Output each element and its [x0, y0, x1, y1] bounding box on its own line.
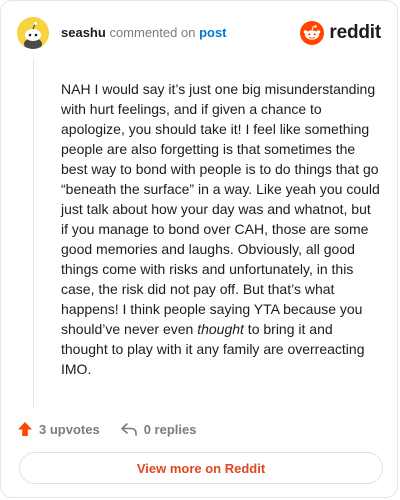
upvotes-button[interactable]: 3 upvotes [17, 421, 100, 437]
comment-body-italic: thought [197, 321, 244, 337]
view-more-button[interactable]: View more on Reddit [19, 452, 383, 484]
thread-line [33, 59, 34, 407]
avatar[interactable] [17, 17, 49, 49]
reddit-wordmark: reddit [329, 22, 381, 43]
replies-count: 0 replies [143, 421, 197, 437]
comment-body: NAH I would say it’s just one big misund… [61, 79, 381, 379]
reddit-logo[interactable]: reddit [300, 21, 381, 45]
view-more-label: View more on Reddit [136, 460, 266, 476]
upvote-arrow-icon [18, 422, 32, 436]
comment-actions: 3 upvotes 0 replies [17, 419, 196, 439]
snoo-avatar-icon [17, 17, 49, 49]
embedded-comment-card: seashu commented on post reddit NAH I wo… [0, 0, 398, 498]
comment-body-text: NAH I would say it’s just one big misund… [61, 81, 380, 337]
reddit-snoo-icon [300, 21, 325, 45]
replies-button[interactable]: 0 replies [120, 421, 197, 437]
reply-icon [120, 423, 137, 436]
commented-on-text: commented on [109, 25, 196, 40]
username[interactable]: seashu [61, 25, 106, 40]
upvotes-count: 3 upvotes [39, 421, 100, 437]
comment-header: seashu commented on post [61, 25, 227, 41]
post-link[interactable]: post [199, 25, 226, 40]
